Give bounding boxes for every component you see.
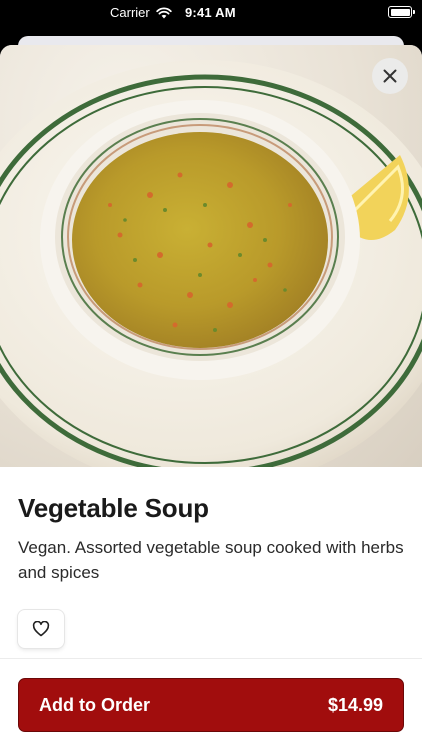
wifi-icon: [156, 6, 172, 18]
heart-outline-icon: [32, 621, 50, 637]
status-bar: Carrier 9:41 AM: [0, 0, 422, 28]
item-price: $14.99: [327, 694, 383, 715]
carrier-label: Carrier: [110, 5, 150, 20]
favorite-button[interactable]: [18, 610, 64, 648]
battery-icon: [388, 6, 415, 18]
item-title: Vegetable Soup: [18, 493, 209, 523]
add-to-order-label: Add to Order: [39, 694, 150, 715]
item-description: Vegan. Assorted vegetable soup cooked wi…: [18, 538, 404, 582]
carrier-group: Carrier: [110, 5, 172, 20]
clock: 9:41 AM: [185, 5, 236, 20]
add-to-order-button[interactable]: Add to Order $14.99: [18, 678, 404, 732]
item-detail-sheet: Vegetable Soup Vegan. Assorted vegetable…: [0, 45, 422, 750]
vegetable-soup-photo: [0, 60, 422, 467]
item-photo: [0, 45, 422, 467]
close-button[interactable]: [372, 58, 408, 94]
divider: [0, 658, 422, 659]
close-icon: [383, 69, 397, 83]
